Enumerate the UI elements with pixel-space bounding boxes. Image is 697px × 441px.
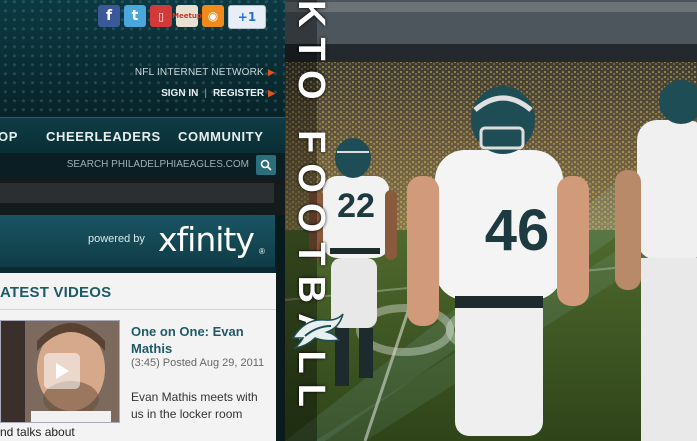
latest-videos-heading: ATEST VIDEOS <box>0 284 112 301</box>
video-description-continued: nd talks about <box>0 425 75 439</box>
site-header: f t ▯ Meetup ◉ +1 NFL INTERNET NETWORK ▶ … <box>0 0 285 117</box>
nfl-internet-network-link[interactable]: NFL INTERNET NETWORK ▶ <box>135 67 275 78</box>
powered-by-label: powered by <box>88 233 145 245</box>
search-input[interactable]: SEARCH PHILADELPHIAEAGLES.COM <box>67 159 249 170</box>
nav-item-cheerleaders[interactable]: CHEERLEADERS <box>46 129 161 144</box>
account-links: SIGN IN | REGISTER ▶ <box>161 88 275 99</box>
vertical-headline: KTO FOOTBALL <box>290 0 332 441</box>
search-icon <box>260 159 272 171</box>
phone-icon[interactable]: ▯ <box>150 5 172 27</box>
main-nav: OP CHEERLEADERS COMMUNITY <box>0 117 285 154</box>
jersey-number-22: 22 <box>337 187 375 225</box>
video-thumbnail[interactable] <box>0 320 120 423</box>
left-column: f t ▯ Meetup ◉ +1 NFL INTERNET NETWORK ▶ … <box>0 0 285 441</box>
play-button[interactable] <box>44 353 80 389</box>
arrow-right-icon: ▶ <box>267 67 275 77</box>
sponsor-banner[interactable]: powered by xfinity ® <box>0 215 285 267</box>
sign-in-link[interactable]: SIGN IN <box>161 88 198 99</box>
hero-photo[interactable]: 22 46 <box>285 0 697 441</box>
column-divider <box>276 267 285 441</box>
dark-strip <box>0 177 285 215</box>
google-plus-one-icon[interactable]: +1 <box>228 5 266 29</box>
rss-icon[interactable]: ◉ <box>202 5 224 27</box>
nav-item-shop[interactable]: OP <box>0 129 18 144</box>
strip-bar <box>0 183 274 203</box>
registered-mark: ® <box>259 247 265 256</box>
facebook-icon[interactable]: f <box>98 5 120 27</box>
nav-item-community[interactable]: COMMUNITY <box>178 129 264 144</box>
meetup-icon[interactable]: Meetup <box>172 5 202 27</box>
divider <box>0 309 276 310</box>
arrow-right-icon: ▶ <box>268 88 275 98</box>
eagles-logo-icon <box>291 313 344 350</box>
search-button[interactable] <box>256 155 276 175</box>
search-bar: SEARCH PHILADELPHIAEAGLES.COM <box>0 153 285 177</box>
stadium-photo: 22 46 <box>285 0 697 441</box>
video-description: Evan Mathis meets with us in the locker … <box>131 390 258 421</box>
nfl-link-label: NFL INTERNET NETWORK <box>134 67 264 78</box>
video-meta: (3:45) Posted Aug 29, 2011 <box>131 357 265 369</box>
xfinity-logo: xfinity <box>158 220 255 259</box>
twitter-icon[interactable]: t <box>124 5 146 27</box>
vertical-headline-text: KTO FOOTBALL <box>290 0 332 417</box>
latest-videos-panel: ATEST VIDEOS One on One: Evan Mathis (3:… <box>0 273 276 441</box>
video-title-link[interactable]: One on One: Evan Mathis <box>131 323 271 357</box>
register-link[interactable]: REGISTER <box>213 88 264 99</box>
social-icons: f t ▯ Meetup ◉ +1 <box>98 5 266 29</box>
separator: | <box>204 88 207 99</box>
play-icon <box>56 363 69 379</box>
jersey-number-46: 46 <box>485 198 550 263</box>
